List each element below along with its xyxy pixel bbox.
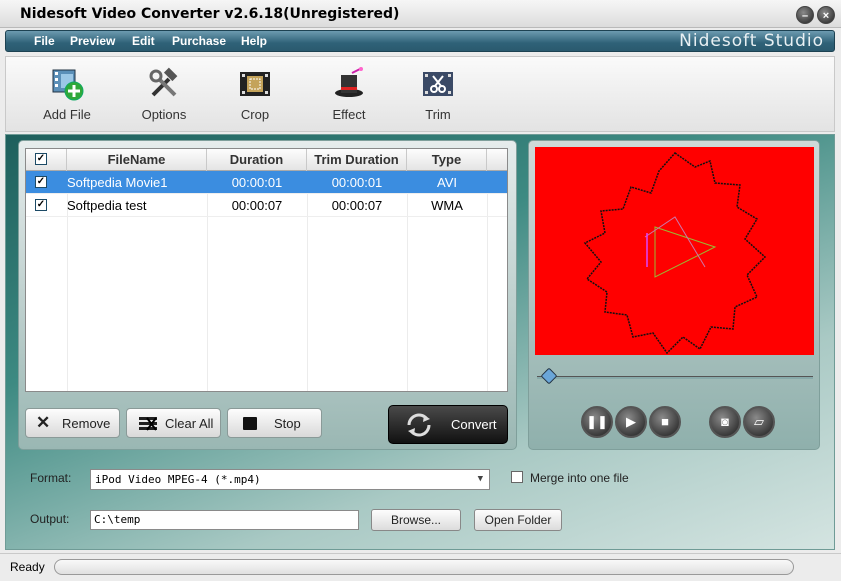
file-list-table[interactable]: ✓ FileName Duration Trim Duration Type ✓… — [25, 148, 508, 392]
menu-bar: File Preview Edit Purchase Help Nidesoft… — [5, 30, 835, 52]
pause-icon: ❚❚ — [586, 414, 608, 429]
play-icon: ▶ — [626, 414, 636, 429]
trim-button[interactable]: Trim — [403, 67, 473, 122]
format-value: iPod Video MPEG-4 (*.mp4) — [95, 473, 261, 486]
crop-label: Crop — [240, 107, 270, 122]
remove-button[interactable]: ✕ Remove — [25, 408, 120, 438]
cell-trim-duration: 00:00:07 — [331, 198, 383, 213]
options-label: Options — [141, 107, 187, 122]
cell-filename: Softpedia test — [67, 198, 147, 213]
crop-button[interactable]: Crop — [220, 67, 290, 122]
select-all-column[interactable]: ✓ — [26, 149, 67, 171]
convert-label: Convert — [451, 417, 497, 432]
film-scissors-icon — [421, 67, 455, 101]
format-select[interactable]: iPod Video MPEG-4 (*.mp4) ▼ — [90, 469, 490, 490]
cell-filename: Softpedia Movie1 — [67, 175, 168, 190]
progress-bar — [54, 559, 794, 575]
effect-label: Effect — [332, 107, 366, 122]
table-header: ✓ FileName Duration Trim Duration Type — [26, 149, 507, 171]
play-button[interactable]: ▶ — [615, 406, 647, 438]
camera-icon: ◙ — [721, 414, 729, 429]
merge-label: Merge into one file — [530, 471, 629, 485]
stop-label: Stop — [274, 416, 301, 431]
cell-duration: 00:00:07 — [231, 198, 283, 213]
effect-button[interactable]: Effect — [314, 67, 384, 122]
chevron-down-icon[interactable]: ▼ — [478, 470, 483, 489]
select-all-checkbox[interactable]: ✓ — [35, 153, 47, 165]
trim-label: Trim — [425, 107, 451, 122]
remove-icon: ✕ — [36, 413, 51, 432]
add-file-label: Add File — [43, 107, 91, 122]
toolbar: Add File Options Crop Effect Trim — [5, 56, 835, 132]
status-text: Ready — [10, 560, 45, 574]
cell-trim-duration: 00:00:01 — [331, 175, 383, 190]
cell-duration: 00:00:01 — [231, 175, 283, 190]
minimize-button[interactable]: – — [796, 6, 814, 24]
menu-help[interactable]: Help — [241, 34, 267, 48]
film-crop-icon — [238, 67, 272, 101]
stop-icon — [243, 417, 257, 430]
column-type[interactable]: Type — [407, 149, 487, 171]
convert-icon — [405, 413, 433, 440]
clear-all-icon — [139, 417, 157, 434]
status-bar: Ready — [0, 553, 841, 581]
menu-file[interactable]: File — [34, 34, 55, 48]
pause-button[interactable]: ❚❚ — [581, 406, 613, 438]
column-trim-duration[interactable]: Trim Duration — [307, 149, 407, 171]
seek-bar[interactable] — [537, 367, 813, 385]
add-file-button[interactable]: Add File — [32, 67, 102, 122]
cell-type: AVI — [437, 175, 457, 190]
stop-button[interactable]: Stop — [227, 408, 322, 438]
output-path-field[interactable]: C:\temp — [90, 510, 359, 530]
browse-button[interactable]: Browse... — [371, 509, 461, 531]
window-title: Nidesoft Video Converter v2.6.18(Unregis… — [20, 6, 400, 22]
table-row[interactable]: ✓ Softpedia test 00:00:07 00:00:07 WMA — [26, 194, 507, 217]
table-row[interactable]: ✓ Softpedia Movie1 00:00:01 00:00:01 AVI — [26, 171, 507, 194]
menu-edit[interactable]: Edit — [132, 34, 155, 48]
output-label: Output: — [30, 512, 70, 526]
snapshot-button[interactable]: ◙ — [709, 406, 741, 438]
merge-checkbox[interactable] — [511, 471, 523, 483]
folder-icon: ▱ — [754, 414, 764, 429]
options-button[interactable]: Options — [129, 67, 199, 122]
magic-hat-icon — [332, 67, 366, 101]
tools-icon — [147, 67, 181, 101]
clear-all-button[interactable]: Clear All — [126, 408, 221, 438]
format-label: Format: — [30, 471, 72, 485]
remove-label: Remove — [62, 416, 111, 431]
column-duration[interactable]: Duration — [207, 149, 307, 171]
row-checkbox[interactable]: ✓ — [35, 199, 47, 211]
koch-snowflake-frame — [583, 152, 767, 355]
column-filename[interactable]: FileName — [67, 149, 207, 171]
add-file-icon — [50, 67, 84, 101]
convert-button[interactable]: Convert — [388, 405, 508, 444]
clear-all-label: Clear All — [165, 416, 214, 431]
brand-logo: Nidesoft Studio — [679, 31, 824, 51]
menu-purchase[interactable]: Purchase — [172, 34, 226, 48]
close-button[interactable]: × — [817, 6, 835, 24]
cell-type: WMA — [431, 198, 463, 213]
open-snapshot-folder-button[interactable]: ▱ — [743, 406, 775, 438]
video-preview — [535, 147, 814, 355]
title-bar: Nidesoft Video Converter v2.6.18(Unregis… — [0, 0, 841, 28]
row-checkbox[interactable]: ✓ — [35, 176, 47, 188]
stop-preview-button[interactable]: ■ — [649, 406, 681, 438]
menu-preview[interactable]: Preview — [70, 34, 115, 48]
stop-preview-icon: ■ — [661, 414, 669, 429]
open-folder-button[interactable]: Open Folder — [474, 509, 562, 531]
